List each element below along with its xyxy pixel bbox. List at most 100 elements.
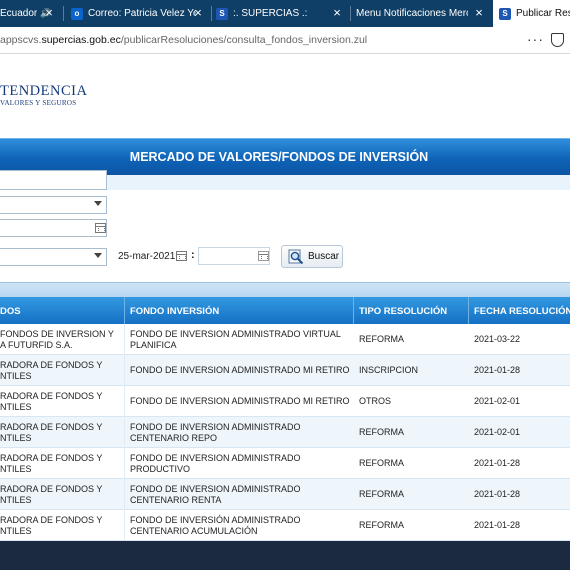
search-button-label: Buscar	[308, 251, 340, 262]
table-row[interactable]: FONDOS DE INVERSION Y A FUTURFID S.A. FON…	[0, 324, 570, 355]
tab-divider	[350, 6, 351, 21]
tab-supercias[interactable]: S :. SUPERCIAS .: ×	[216, 0, 350, 27]
superintendencia-logo: TENDENCIA VALORES Y SEGUROS	[0, 84, 87, 108]
cell-administradora: RADORA DE FONDOS Y NTILES	[0, 355, 125, 386]
search-button[interactable]: Buscar	[281, 245, 343, 268]
cell-fecha-text: 2021-01-28	[474, 489, 521, 499]
date-to-input[interactable]	[198, 247, 270, 265]
cell-fondo: FONDO DE INVERSION ADMINISTRADO MI RETIR…	[130, 386, 352, 417]
cell-tipo-text: REFORMA	[359, 334, 404, 344]
calendar-icon[interactable]	[176, 251, 187, 261]
cell-administradora: RADORA DE FONDOS Y NTILES	[0, 510, 125, 541]
cell-fecha: 2021-01-28	[474, 479, 570, 510]
address-bar[interactable]: appscvs.supercias.gob.ec/publicarResoluc…	[0, 27, 570, 54]
cell-tipo: REFORMA	[359, 417, 469, 448]
cell-fondo: FONDO DE INVERSION ADMINISTRADO PRODUCTI…	[130, 448, 352, 479]
column-header-tipo[interactable]: TIPO RESOLUCIÓN	[354, 297, 469, 324]
cell-fecha-text: 2021-02-01	[474, 396, 521, 406]
tab-label: Publicar Resolu	[516, 8, 570, 19]
cell-tipo-text: OTROS	[359, 396, 392, 406]
close-icon[interactable]: ×	[472, 6, 486, 20]
cell-fondo-text: FONDO DE INVERSION ADMINISTRADO CENTENAR…	[130, 483, 301, 505]
tab-correo[interactable]: o Correo: Patricia Velez Yen ×	[71, 0, 211, 27]
logo-line-1: TENDENCIA	[0, 83, 88, 99]
date-separator: :	[191, 249, 195, 261]
tab-ecuador[interactable]: Ecuador 🔊 ×	[0, 0, 62, 27]
url-text[interactable]: appscvs.supercias.gob.ec/publicarResoluc…	[0, 34, 367, 46]
cell-tipo-text: REFORMA	[359, 427, 404, 437]
cell-administradora: RADORA DE FONDOS Y NTILES	[0, 448, 125, 479]
grid-title-bar	[0, 282, 570, 297]
more-actions-icon[interactable]: ···	[527, 31, 544, 47]
close-icon[interactable]: ×	[42, 6, 56, 20]
table-row[interactable]: RADORA DE FONDOS Y NTILES FONDO DE INVERS…	[0, 417, 570, 448]
status-select[interactable]	[0, 248, 107, 266]
close-icon[interactable]: ×	[191, 6, 205, 20]
type-select[interactable]	[0, 196, 107, 214]
browser-tab-strip: Ecuador 🔊 × o Correo: Patricia Velez Yen…	[0, 0, 570, 27]
cell-fondo-text: FONDO DE INVERSION ADMINISTRADO PRODUCTI…	[130, 452, 301, 474]
calendar-icon[interactable]	[258, 251, 269, 261]
cell-fecha: 2021-01-28	[474, 448, 570, 479]
table-row[interactable]: RADORA DE FONDOS Y NTILES FONDO DE INVERS…	[0, 479, 570, 510]
cell-administradora-text: RADORA DE FONDOS Y NTILES	[0, 514, 103, 536]
cell-tipo: REFORMA	[359, 324, 469, 355]
shield-icon[interactable]	[551, 33, 564, 47]
cell-fondo: FONDO DE INVERSION ADMINISTRADO VIRTUAL …	[130, 324, 352, 355]
browser-window: Ecuador 🔊 × o Correo: Patricia Velez Yen…	[0, 0, 570, 570]
cell-fondo-text: FONDO DE INVERSIÓN ADMINISTRADO CENTENAR…	[130, 514, 301, 536]
chevron-down-icon[interactable]	[94, 253, 102, 258]
table-row[interactable]: RADORA DE FONDOS Y NTILES FONDO DE INVERS…	[0, 355, 570, 386]
cell-fondo-text: FONDO DE INVERSION ADMINISTRADO VIRTUAL …	[130, 328, 341, 350]
cell-fondo-text: FONDO DE INVERSION ADMINISTRADO CENTENAR…	[130, 421, 301, 443]
cell-fecha-text: 2021-02-01	[474, 427, 521, 437]
cell-administradora: RADORA DE FONDOS Y NTILES	[0, 479, 125, 510]
cell-fecha: 2021-03-22	[474, 324, 570, 355]
cell-fondo-text: FONDO DE INVERSION ADMINISTRADO MI RETIR…	[130, 396, 350, 406]
table-row[interactable]: RADORA DE FONDOS Y NTILES FONDO DE INVERS…	[0, 448, 570, 479]
tab-menu-notificaciones[interactable]: Menu Notificaciones Mercad ×	[356, 0, 492, 27]
tab-publicar-resoluciones[interactable]: S Publicar Resolu	[493, 0, 570, 27]
cell-fecha: 2021-01-28	[474, 510, 570, 541]
column-header-fecha[interactable]: FECHA RESOLUCIÓN	[469, 297, 570, 324]
tab-label: Menu Notificaciones Mercad	[356, 8, 468, 19]
cell-fecha-text: 2021-01-28	[474, 520, 521, 530]
outlook-icon: o	[71, 7, 83, 20]
cell-fondo: FONDO DE INVERSION ADMINISTRADO MI RETIR…	[130, 355, 352, 386]
cell-tipo-text: INSCRIPCION	[359, 365, 419, 375]
cell-administradora-text: FONDOS DE INVERSION Y A FUTURFID S.A.	[0, 328, 114, 350]
cell-fecha: 2021-01-28	[474, 355, 570, 386]
close-icon[interactable]: ×	[330, 6, 344, 20]
cell-tipo-text: REFORMA	[359, 520, 404, 530]
text-filter-input[interactable]	[0, 170, 107, 190]
column-header-fondo[interactable]: FONDO INVERSIÓN	[125, 297, 354, 324]
url-host: supercias.gob.ec	[41, 34, 121, 46]
column-header-administradora[interactable]: DOS	[0, 297, 125, 324]
cell-administradora: FONDOS DE INVERSION Y A FUTURFID S.A.	[0, 324, 125, 355]
cell-administradora-text: RADORA DE FONDOS Y NTILES	[0, 483, 103, 505]
table-row[interactable]: RADORA DE FONDOS Y NTILES FONDO DE INVERS…	[0, 510, 570, 541]
cell-tipo: REFORMA	[359, 479, 469, 510]
url-path: /publicarResoluciones/consulta_fondos_in…	[120, 34, 368, 46]
cell-administradora: RADORA DE FONDOS Y NTILES	[0, 417, 125, 448]
cell-tipo-text: REFORMA	[359, 489, 404, 499]
cell-fecha: 2021-02-01	[474, 417, 570, 448]
supercias-icon: S	[216, 7, 228, 20]
tab-label: :. SUPERCIAS .:	[233, 8, 308, 19]
table-row[interactable]: RADORA DE FONDOS Y NTILES FONDO DE INVERS…	[0, 386, 570, 417]
calendar-icon[interactable]	[95, 223, 106, 233]
chevron-down-icon[interactable]	[94, 201, 102, 206]
date-input[interactable]	[0, 219, 107, 237]
cell-fecha-text: 2021-01-28	[474, 458, 521, 468]
cell-fondo-text: FONDO DE INVERSION ADMINISTRADO MI RETIR…	[130, 365, 350, 375]
cell-tipo: OTROS	[359, 386, 469, 417]
date-from-value[interactable]: 25-mar-2021	[118, 251, 175, 262]
cell-fecha-text: 2021-03-22	[474, 334, 521, 344]
cell-fecha-text: 2021-01-28	[474, 365, 521, 375]
cell-administradora-text: RADORA DE FONDOS Y NTILES	[0, 390, 103, 412]
page-title: MERCADO DE VALORES/FONDOS DE INVERSIÓN	[129, 150, 429, 164]
cell-administradora: RADORA DE FONDOS Y NTILES	[0, 386, 125, 417]
grid-header: DOS FONDO INVERSIÓN TIPO RESOLUCIÓN FECH…	[0, 297, 570, 324]
supercias-icon: S	[499, 7, 511, 20]
url-prefix: appscvs.	[0, 34, 42, 46]
